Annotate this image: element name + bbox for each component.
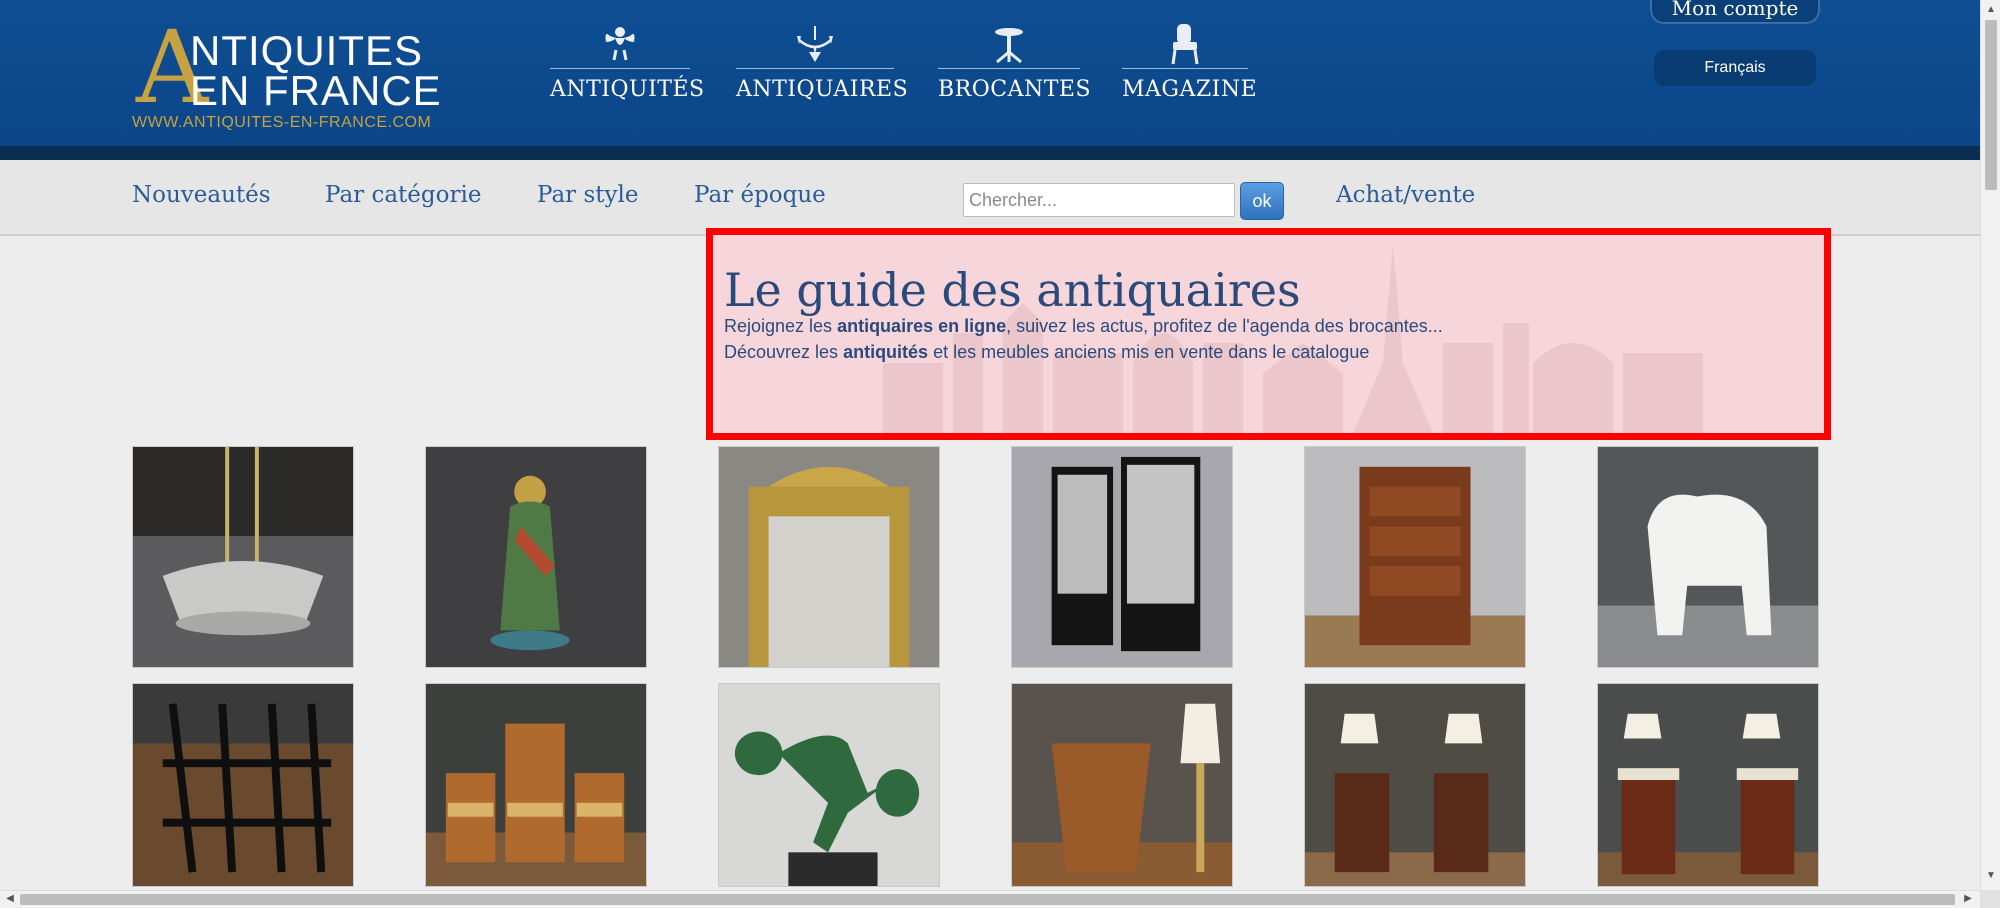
logo-line-2: EN FRANCE xyxy=(190,67,442,114)
subnav-par-epoque[interactable]: Par époque xyxy=(694,182,826,208)
subnav-nouveautes[interactable]: Nouveautés xyxy=(132,182,271,208)
marquetry-secretaire-photo xyxy=(1305,447,1525,667)
product-tile[interactable] xyxy=(425,446,647,668)
horizontal-scroll-thumb[interactable] xyxy=(20,894,1955,905)
nav-label: ANTIQUITÉS xyxy=(550,77,705,102)
header-band xyxy=(0,146,1980,160)
chandelier-lamp-photo xyxy=(133,447,353,667)
subnav-achat-vente[interactable]: Achat/vente xyxy=(1336,182,1475,208)
black-magazine-rack-photo xyxy=(133,684,353,886)
search-ok-button[interactable]: ok xyxy=(1240,182,1284,220)
nav-antiquites[interactable]: ANTIQUITÉS xyxy=(550,22,705,112)
subnav-par-style[interactable]: Par style xyxy=(537,182,638,208)
link-antiquaires-en-ligne[interactable]: antiquaires en ligne xyxy=(837,316,1006,336)
link-antiquites[interactable]: antiquités xyxy=(843,342,928,362)
marble-top-nightstands-photo xyxy=(1598,684,1818,886)
guide-banner: Le guide des antiquaires Rejoignez les a… xyxy=(706,228,1831,440)
nav-label: BROCANTES xyxy=(938,77,1092,102)
scrollbar-corner xyxy=(1980,890,2000,908)
nav-label: ANTIQUAIRES xyxy=(736,77,909,102)
armchair-icon xyxy=(1171,24,1199,65)
product-tile[interactable] xyxy=(1597,683,1819,887)
horizontal-scrollbar[interactable]: ◀ ▶ xyxy=(0,890,1980,908)
vertical-scrollbar[interactable]: ▲ ▼ xyxy=(1980,0,2000,890)
straw-chairs-set-photo xyxy=(426,684,646,886)
my-account-button[interactable]: Mon compte xyxy=(1650,0,1820,24)
gueridon-table-icon xyxy=(995,28,1023,64)
guide-intro-line-2: Découvrez les antiquités et les meubles … xyxy=(724,342,1370,362)
scroll-up-icon[interactable]: ▲ xyxy=(1985,4,1997,16)
cherub-icon xyxy=(605,27,635,61)
product-tile[interactable] xyxy=(1597,446,1819,668)
product-tile[interactable] xyxy=(718,683,940,887)
vertical-scroll-thumb[interactable] xyxy=(1985,20,1997,190)
page-title: Le guide des antiquaires xyxy=(724,263,1301,317)
scroll-right-icon[interactable]: ▶ xyxy=(1962,893,1974,905)
leather-wastebasket-photo xyxy=(1012,684,1232,886)
product-tile[interactable] xyxy=(718,446,940,668)
product-tile[interactable] xyxy=(1011,683,1233,887)
nav-label: MAGAZINE xyxy=(1122,77,1258,102)
scroll-left-icon[interactable]: ◀ xyxy=(4,893,16,905)
white-bear-sculpture-photo xyxy=(1598,447,1818,667)
gilded-mirror-photo xyxy=(719,447,939,667)
product-tile[interactable] xyxy=(132,683,354,887)
product-tile[interactable] xyxy=(425,683,647,887)
language-selector[interactable]: Français xyxy=(1654,50,1816,86)
nav-antiquaires[interactable]: ANTIQUAIRES xyxy=(736,22,909,112)
product-tile[interactable] xyxy=(1304,446,1526,668)
chandelier-icon xyxy=(797,26,833,62)
search-input[interactable] xyxy=(963,183,1235,217)
nav-brocantes[interactable]: BROCANTES xyxy=(938,22,1092,112)
secondary-navigation: Nouveautés Par catégorie Par style Par é… xyxy=(0,160,1980,236)
site-logo[interactable]: A NTIQUITES EN FRANCE WWW.ANTIQUITES-EN-… xyxy=(130,18,450,132)
nav-magazine[interactable]: MAGAZINE xyxy=(1122,22,1258,112)
logo-url: WWW.ANTIQUITES-EN-FRANCE.COM xyxy=(132,114,432,131)
subnav-par-categorie[interactable]: Par catégorie xyxy=(325,182,481,208)
pair-nightstands-lamps-photo xyxy=(1305,684,1525,886)
product-tile[interactable] xyxy=(1304,683,1526,887)
guide-intro-line-1: Rejoignez les antiquaires en ligne, suiv… xyxy=(724,316,1443,336)
logo-line-1: NTIQUITES xyxy=(190,27,424,74)
product-tile[interactable] xyxy=(1011,446,1233,668)
asian-figurine-photo xyxy=(426,447,646,667)
scroll-down-icon[interactable]: ▼ xyxy=(1985,870,1997,882)
product-tile[interactable] xyxy=(132,446,354,668)
bronze-dancer-statue-photo xyxy=(719,684,939,886)
display-cabinets-photo xyxy=(1012,447,1232,667)
